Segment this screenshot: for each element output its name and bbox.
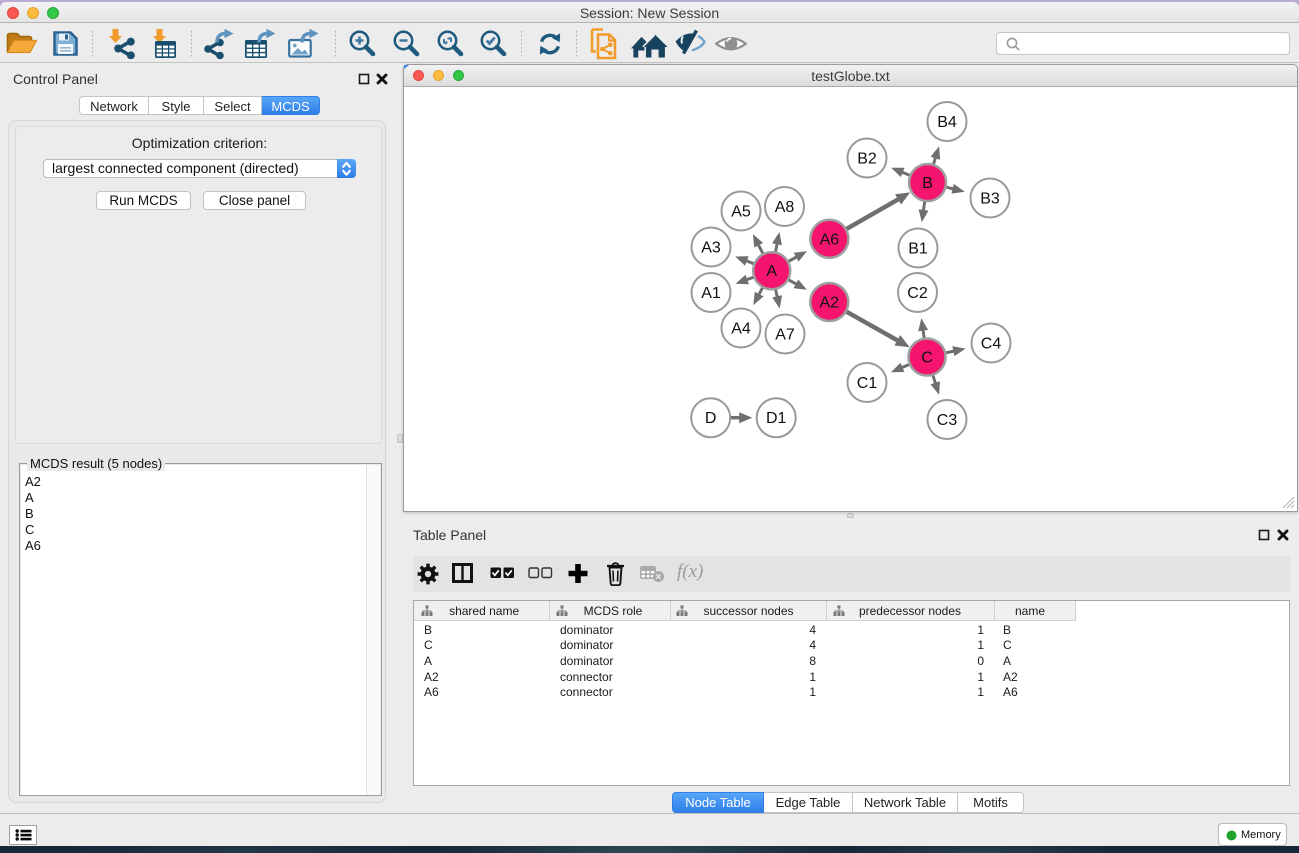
svg-text:B4: B4 — [937, 114, 957, 131]
svg-text:B: B — [922, 175, 933, 192]
svg-text:A7: A7 — [775, 327, 795, 344]
svg-text:A: A — [766, 263, 777, 280]
svg-text:C: C — [921, 350, 933, 367]
svg-text:C4: C4 — [981, 336, 1002, 353]
svg-text:A8: A8 — [775, 199, 795, 216]
svg-text:A6: A6 — [820, 231, 840, 248]
svg-text:C3: C3 — [937, 412, 958, 429]
svg-text:D: D — [705, 410, 717, 427]
svg-text:A5: A5 — [731, 204, 751, 221]
svg-text:A2: A2 — [820, 295, 840, 312]
svg-text:B1: B1 — [908, 241, 928, 258]
svg-text:C1: C1 — [857, 375, 878, 392]
svg-text:C2: C2 — [907, 285, 928, 302]
svg-text:A1: A1 — [701, 285, 721, 302]
svg-text:A4: A4 — [731, 321, 751, 338]
svg-text:B3: B3 — [980, 191, 1000, 208]
svg-text:B2: B2 — [857, 151, 877, 168]
svg-text:D1: D1 — [766, 410, 787, 427]
svg-text:A3: A3 — [701, 240, 721, 257]
